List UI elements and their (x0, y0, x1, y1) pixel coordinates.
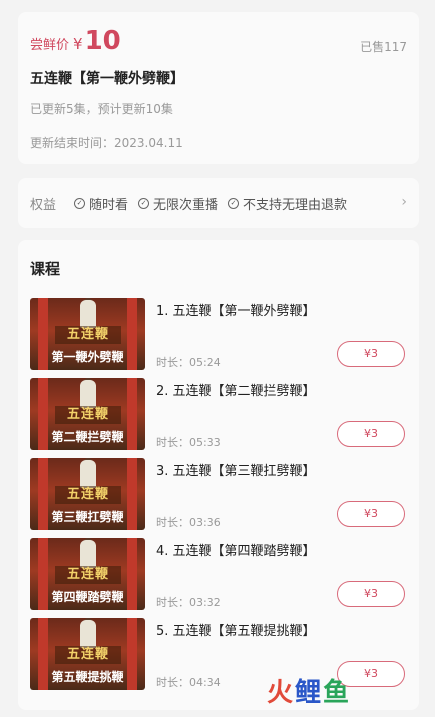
sold-count: 已售117 (360, 40, 407, 54)
chevron-right-icon[interactable]: › (401, 194, 407, 210)
update-info: 已更新5集，预计更新10集 (30, 102, 173, 116)
lesson-duration: 时长：05:33 (156, 436, 221, 449)
buy-lesson-button[interactable]: ¥3 (337, 421, 405, 447)
product-title: 五连鞭【第一鞭外劈鞭】 (30, 71, 184, 87)
lesson-title[interactable]: 5. 五连鞭【第五鞭提挑鞭】 (156, 620, 316, 639)
thumbnail-subtitle: 第四鞭踏劈鞭 (51, 590, 124, 604)
course-list-card: 课程 五连鞭 第一鞭外劈鞭 1. 五连鞭【第一鞭外劈鞭】 时长：05:24 ¥3… (18, 240, 419, 710)
benefits-label: 权益 (30, 197, 57, 213)
thumbnail-title: 五连鞭 (55, 566, 121, 584)
lesson-thumbnail[interactable]: 五连鞭 第五鞭提挑鞭 (30, 618, 145, 690)
benefit-label: 随时看 (89, 197, 129, 213)
benefits-row: 权益 ✓ 随时看 ✓ 无限次重播 ✓ 不支持无理由退款 (30, 178, 357, 228)
price-row: 尝鲜价 ¥ 10 (30, 26, 121, 56)
lesson-item[interactable]: 五连鞭 第一鞭外劈鞭 1. 五连鞭【第一鞭外劈鞭】 时长：05:24 ¥3 (30, 298, 415, 370)
lesson-thumbnail[interactable]: 五连鞭 第四鞭踏劈鞭 (30, 538, 145, 610)
course-heading: 课程 (30, 260, 61, 278)
watermark-char: 火 (267, 678, 296, 708)
update-end-time: 更新结束时间：2023.04.11 (30, 136, 183, 150)
price-label: 尝鲜价 (30, 38, 70, 53)
lesson-item[interactable]: 五连鞭 第二鞭拦劈鞭 2. 五连鞭【第二鞭拦劈鞭】 时长：05:33 ¥3 (30, 378, 415, 450)
price-currency: ¥ (73, 35, 83, 53)
lesson-title[interactable]: 2. 五连鞭【第二鞭拦劈鞭】 (156, 380, 316, 399)
lesson-thumbnail[interactable]: 五连鞭 第一鞭外劈鞭 (30, 298, 145, 370)
buy-lesson-button[interactable]: ¥3 (337, 341, 405, 367)
lesson-duration: 时长：03:32 (156, 596, 221, 609)
lesson-thumbnail[interactable]: 五连鞭 第三鞭扛劈鞭 (30, 458, 145, 530)
benefit-item: ✓ 不支持无理由退款 (228, 194, 347, 213)
thumbnail-title: 五连鞭 (55, 646, 121, 664)
benefits-bar[interactable]: 权益 ✓ 随时看 ✓ 无限次重播 ✓ 不支持无理由退款 › (18, 178, 419, 228)
watermark-logo: 火 鲤 鱼 (267, 672, 351, 709)
thumbnail-subtitle: 第二鞭拦劈鞭 (51, 430, 124, 444)
lesson-title[interactable]: 4. 五连鞭【第四鞭踏劈鞭】 (156, 540, 316, 559)
lesson-item[interactable]: 五连鞭 第五鞭提挑鞭 5. 五连鞭【第五鞭提挑鞭】 时长：04:34 ¥3 (30, 618, 415, 690)
check-circle-icon: ✓ (74, 197, 86, 209)
buy-lesson-button[interactable]: ¥3 (337, 581, 405, 607)
lesson-thumbnail[interactable]: 五连鞭 第二鞭拦劈鞭 (30, 378, 145, 450)
check-circle-icon: ✓ (228, 197, 240, 209)
benefit-label: 无限次重播 (153, 197, 219, 213)
watermark-char: 鲤 (295, 678, 324, 708)
product-info-card: 尝鲜价 ¥ 10 已售117 五连鞭【第一鞭外劈鞭】 已更新5集，预计更新10集… (18, 12, 419, 164)
lesson-duration: 时长：03:36 (156, 516, 221, 529)
lesson-title[interactable]: 1. 五连鞭【第一鞭外劈鞭】 (156, 300, 316, 319)
benefit-label: 不支持无理由退款 (243, 197, 348, 213)
thumbnail-title: 五连鞭 (55, 406, 121, 424)
watermark-char: 鱼 (323, 678, 352, 708)
lesson-title[interactable]: 3. 五连鞭【第三鞭扛劈鞭】 (156, 460, 316, 479)
thumbnail-title: 五连鞭 (55, 486, 121, 504)
price-value: 10 (84, 26, 121, 56)
thumbnail-subtitle: 第一鞭外劈鞭 (51, 350, 124, 364)
benefit-item: ✓ 无限次重播 (138, 194, 218, 213)
lesson-duration: 时长：05:24 (156, 356, 221, 369)
lesson-item[interactable]: 五连鞭 第四鞭踏劈鞭 4. 五连鞭【第四鞭踏劈鞭】 时长：03:32 ¥3 (30, 538, 415, 610)
thumbnail-subtitle: 第三鞭扛劈鞭 (51, 510, 124, 524)
lesson-duration: 时长：04:34 (156, 676, 221, 689)
thumbnail-title: 五连鞭 (55, 326, 121, 344)
thumbnail-subtitle: 第五鞭提挑鞭 (51, 670, 124, 684)
lesson-item[interactable]: 五连鞭 第三鞭扛劈鞭 3. 五连鞭【第三鞭扛劈鞭】 时长：03:36 ¥3 (30, 458, 415, 530)
buy-lesson-button[interactable]: ¥3 (337, 501, 405, 527)
check-circle-icon: ✓ (138, 197, 150, 209)
benefit-item: ✓ 随时看 (74, 194, 128, 213)
